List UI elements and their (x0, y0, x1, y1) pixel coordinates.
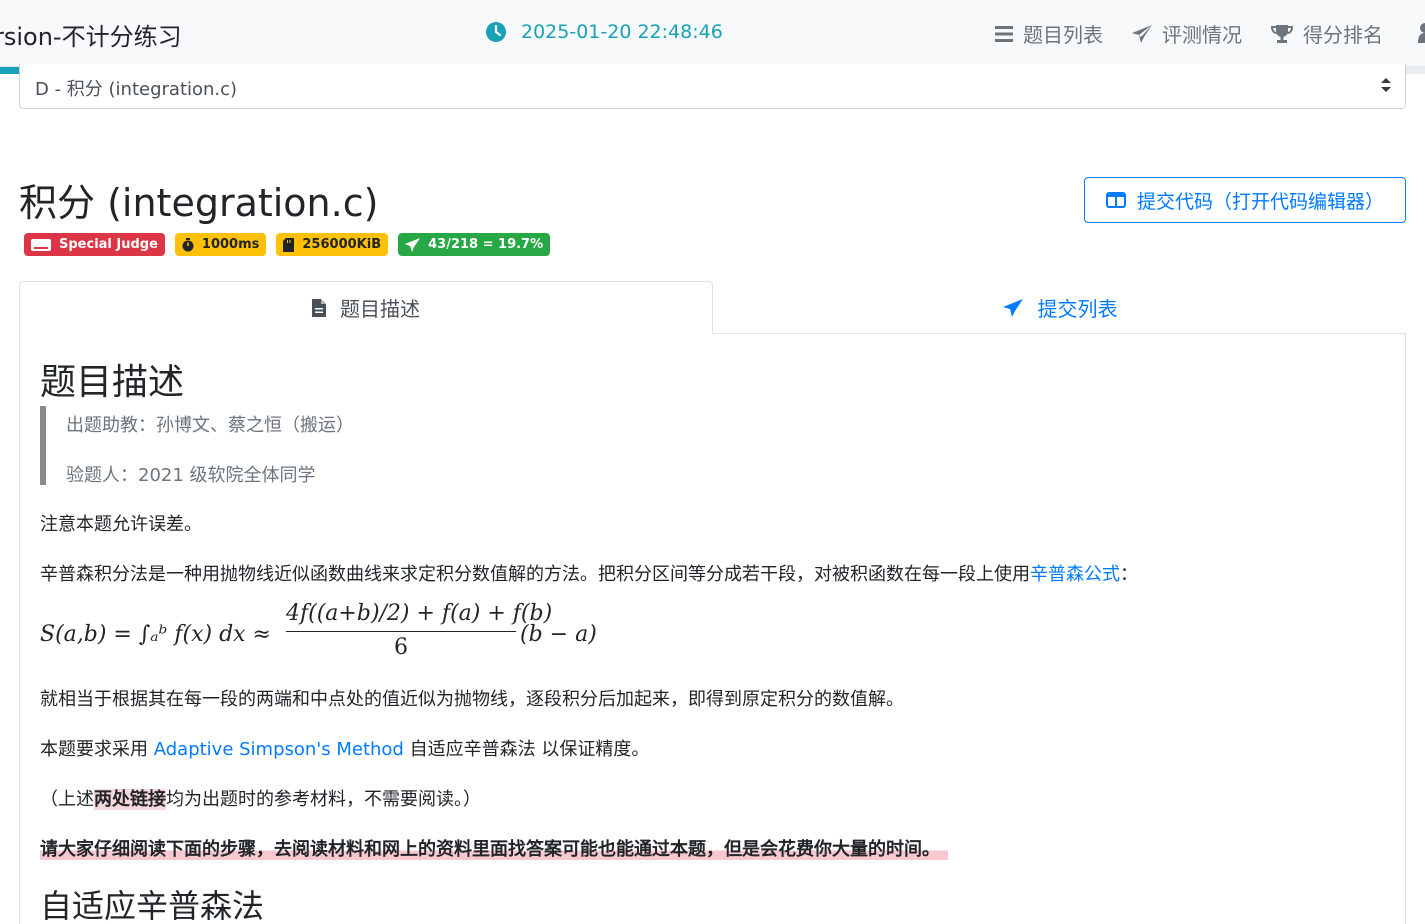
paper-plane-icon (405, 237, 421, 252)
special-judge-text: Special Judge (59, 237, 158, 252)
nav-links: 题目列表 评测情况 得分排名 (994, 19, 1383, 48)
description-heading: 题目描述 (40, 362, 185, 403)
time-limit-text: 1000ms (201, 237, 260, 252)
columns-icon (1105, 192, 1126, 208)
keyboard-icon (31, 238, 51, 251)
adaptive-simpson-link[interactable]: Adaptive Simpson's Method (154, 739, 404, 760)
simpson-intro-tail: ： (1120, 564, 1138, 585)
paper-plane-icon (1002, 298, 1023, 317)
tolerance-note: 注意本题允许误差。 (40, 514, 202, 535)
tab-submissions[interactable]: 提交列表 (713, 281, 1406, 334)
paper-plane-icon (1132, 24, 1152, 43)
user-icon[interactable] (1418, 21, 1425, 43)
credits-author: 出题助教：孙博文、蔡之恒（搬运） (66, 415, 354, 436)
reference-suffix: 均为出题时的参考材料，不需要阅读。） (166, 789, 481, 810)
nav-problems-label: 题目列表 (1023, 23, 1103, 47)
nav-ranking-label: 得分排名 (1303, 23, 1383, 47)
sort-icon (1381, 78, 1391, 92)
acceptance-badge: 43/218 = 19.7% (398, 233, 551, 256)
adaptive-heading: 自适应辛普森法 (40, 887, 265, 924)
simpson-intro: 辛普森积分法是一种用抛物线近似函数曲线来求定积分数值解的方法。把积分区间等分成若… (40, 560, 1138, 586)
submit-code-button[interactable]: 提交代码（打开代码编辑器） (1084, 177, 1406, 223)
top-navbar: rsion-不计分练习 2025-01-20 22:48:46 题目列表 评测情… (0, 0, 1425, 67)
adaptive-suffix: 自适应辛普森法 以保证精度。 (403, 739, 650, 760)
nav-problems-link[interactable]: 题目列表 (994, 19, 1103, 48)
formula-denominator: 6 (394, 635, 408, 660)
tab-submissions-label: 提交列表 (1037, 297, 1118, 321)
submit-code-label: 提交代码（打开代码编辑器） (1136, 190, 1384, 213)
problem-tabs: 题目描述 提交列表 (19, 281, 1406, 334)
reference-prefix: （上述 (40, 789, 94, 810)
nav-ranking-link[interactable]: 得分排名 (1270, 19, 1383, 48)
problem-select-value: D - 积分 (integration.c) (35, 79, 238, 100)
clock-icon (486, 22, 506, 42)
memory-limit-badge: 256000KiB (276, 233, 389, 256)
trophy-icon (1270, 24, 1294, 43)
memory-limit-text: 256000KiB (302, 237, 382, 252)
file-icon (312, 298, 326, 317)
warning-note: 请大家仔细阅读下面的步骤，去阅读材料和网上的资料里面找答案可能也能通过本题，但是… (40, 835, 948, 861)
formula-fraction: 4f((a+b)/2) + f(a) + f(b) 6 (286, 597, 553, 664)
problem-badges: Special Judge 1000ms 256000KiB 43/218 = … (24, 233, 551, 256)
warning-text: 请大家仔细阅读下面的步骤，去阅读材料和网上的资料里面找答案可能也能通过本题，但是… (40, 839, 948, 860)
adaptive-requirement: 本题要求采用 Adaptive Simpson's Method 自适应辛普森法… (40, 735, 649, 761)
time-limit-badge: 1000ms (174, 233, 267, 256)
problem-content: 题目描述 出题助教：孙博文、蔡之恒（搬运） 验题人：2021 级软院全体同学 注… (19, 333, 1406, 924)
reference-note: （上述两处链接均为出题时的参考材料，不需要阅读。） (40, 785, 481, 811)
sd-card-icon (283, 237, 295, 252)
formula-numerator: 4f((a+b)/2) + f(a) + f(b) (286, 601, 553, 626)
simpson-formula-link[interactable]: 辛普森公式 (1030, 564, 1120, 585)
acceptance-text: 43/218 = 19.7% (428, 237, 544, 252)
tab-description[interactable]: 题目描述 (19, 281, 713, 334)
clock-text: 2025-01-20 22:48:46 (521, 21, 723, 43)
problem-title: 积分 (integration.c) (19, 181, 379, 225)
adaptive-prefix: 本题要求采用 (40, 739, 154, 760)
problem-select[interactable]: D - 积分 (integration.c) (19, 64, 1406, 109)
list-icon (995, 25, 1013, 42)
server-clock: 2025-01-20 22:48:46 (486, 21, 723, 43)
credits-tester: 验题人：2021 级软院全体同学 (66, 465, 316, 486)
credits-quote: 出题助教：孙博文、蔡之恒（搬运） 验题人：2021 级软院全体同学 (40, 406, 740, 486)
stopwatch-icon (182, 237, 194, 251)
nav-status-link[interactable]: 评测情况 (1131, 19, 1242, 48)
tab-description-label: 题目描述 (340, 297, 420, 321)
contest-title[interactable]: rsion-不计分练习 (0, 17, 182, 52)
formula-rhs: (b − a) (520, 622, 597, 647)
nav-status-label: 评测情况 (1162, 23, 1242, 47)
formula-lhs: S(a,b) = ∫ₐᵇ f(x) dx ≈ (40, 622, 271, 647)
reference-highlight: 两处链接 (94, 789, 166, 810)
simpson-explanation: 就相当于根据其在每一段的两端和中点处的值近似为抛物线，逐段积分后加起来，即得到原… (40, 689, 904, 710)
special-judge-badge: Special Judge (24, 233, 165, 256)
simpson-intro-text: 辛普森积分法是一种用抛物线近似函数曲线来求定积分数值解的方法。把积分区间等分成若… (40, 564, 1030, 585)
